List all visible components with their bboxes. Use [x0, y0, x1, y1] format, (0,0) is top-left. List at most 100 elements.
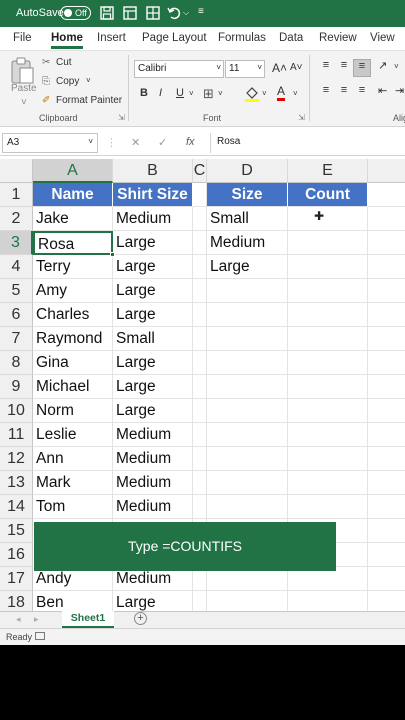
orientation-dropdown-icon[interactable]: ˅ — [394, 62, 399, 71]
cell-c4[interactable] — [193, 255, 207, 279]
borders-dropdown-icon[interactable]: ˅ — [218, 89, 223, 98]
paste-dropdown-icon[interactable]: ˅ — [21, 97, 27, 108]
font-name-select[interactable]: Calibri ˅ — [134, 60, 224, 78]
tab-home[interactable]: Home — [51, 32, 83, 49]
cell-d8[interactable] — [207, 351, 288, 375]
grid-icon[interactable] — [122, 5, 138, 21]
font-launcher-icon[interactable]: ⇲ — [298, 113, 305, 122]
underline-button[interactable]: U — [176, 87, 184, 99]
cell-f1[interactable] — [368, 183, 405, 207]
cell-f8[interactable] — [368, 351, 405, 375]
cell-c11[interactable] — [193, 423, 207, 447]
add-sheet-icon[interactable]: + — [134, 612, 147, 625]
undo-dropdown-icon[interactable]: ⌵ — [183, 8, 189, 18]
cell-d5[interactable] — [207, 279, 288, 303]
cell-e13[interactable] — [288, 471, 368, 495]
row-header-16[interactable]: 16 — [0, 543, 33, 567]
select-all-corner[interactable] — [0, 159, 33, 183]
row-header-15[interactable]: 15 — [0, 519, 33, 543]
row-header-1[interactable]: 1 — [0, 183, 33, 207]
more-icon[interactable]: ≡ — [198, 6, 204, 17]
cell-b6[interactable]: Large — [113, 303, 193, 327]
row-header-12[interactable]: 12 — [0, 447, 33, 471]
cell-a6[interactable]: Charles — [33, 303, 113, 327]
cell-b8[interactable]: Large — [113, 351, 193, 375]
more-options-icon[interactable]: ⋮ — [106, 136, 117, 149]
row-header-14[interactable]: 14 — [0, 495, 33, 519]
scroll-left-icon[interactable]: ◂ — [16, 614, 21, 625]
cell-d3[interactable]: Medium — [207, 231, 288, 255]
cell-f14[interactable] — [368, 495, 405, 519]
tab-file[interactable]: File — [13, 32, 32, 44]
name-box[interactable]: A3 ˅ — [2, 133, 98, 153]
cell-f15[interactable] — [368, 519, 405, 543]
cell-c1[interactable] — [193, 183, 207, 207]
tab-view[interactable]: View — [370, 32, 395, 44]
fill-color-dropdown-icon[interactable]: ˅ — [262, 89, 267, 98]
cell-f16[interactable] — [368, 543, 405, 567]
cell-f9[interactable] — [368, 375, 405, 399]
row-header-13[interactable]: 13 — [0, 471, 33, 495]
paste-icon[interactable] — [9, 57, 35, 85]
cell-d6[interactable] — [207, 303, 288, 327]
cell-e2[interactable] — [288, 207, 368, 231]
cell-b12[interactable]: Medium — [113, 447, 193, 471]
cell-c9[interactable] — [193, 375, 207, 399]
cell-a12[interactable]: Ann — [33, 447, 113, 471]
align-bottom-icon[interactable]: ≡ — [353, 59, 371, 77]
row-header-6[interactable]: 6 — [0, 303, 33, 327]
row-header-5[interactable]: 5 — [0, 279, 33, 303]
orientation-icon[interactable]: ↗ — [378, 59, 387, 72]
sheet-tab-sheet1[interactable]: Sheet1 — [62, 611, 114, 628]
cell-b18[interactable]: Large — [113, 591, 193, 611]
save-icon[interactable] — [99, 5, 115, 21]
cell-d13[interactable] — [207, 471, 288, 495]
undo-icon[interactable] — [166, 5, 182, 21]
clipboard-launcher-icon[interactable]: ⇲ — [118, 113, 125, 122]
tab-page-layout[interactable]: Page Layout — [142, 32, 207, 44]
align-center-icon[interactable]: ≡ — [335, 84, 353, 96]
copy-dropdown-icon[interactable]: ˅ — [86, 76, 91, 85]
cell-b14[interactable]: Medium — [113, 495, 193, 519]
fill-color-icon[interactable] — [244, 85, 260, 103]
cell-a2[interactable]: Jake — [33, 207, 113, 231]
cell-e4[interactable] — [288, 255, 368, 279]
cell-a4[interactable]: Terry — [33, 255, 113, 279]
cell-f11[interactable] — [368, 423, 405, 447]
cell-c8[interactable] — [193, 351, 207, 375]
tab-formulas[interactable]: Formulas — [218, 32, 266, 44]
underline-dropdown-icon[interactable]: ˅ — [189, 89, 194, 98]
cell-e18[interactable] — [288, 591, 368, 611]
copy-icon[interactable]: ⎘ — [42, 76, 50, 87]
tab-insert[interactable]: Insert — [97, 32, 126, 44]
cell-e5[interactable] — [288, 279, 368, 303]
cell-d11[interactable] — [207, 423, 288, 447]
cell-f13[interactable] — [368, 471, 405, 495]
cell-e14[interactable] — [288, 495, 368, 519]
shrink-font-button[interactable]: A˅ — [290, 62, 303, 73]
cell-f3[interactable] — [368, 231, 405, 255]
cell-e12[interactable] — [288, 447, 368, 471]
column-header-e[interactable]: E — [288, 159, 368, 183]
cell-d18[interactable] — [207, 591, 288, 611]
cell-e7[interactable] — [288, 327, 368, 351]
cell-d14[interactable] — [207, 495, 288, 519]
cell-e1[interactable]: Count — [288, 183, 368, 207]
cell-b4[interactable]: Large — [113, 255, 193, 279]
cell-c6[interactable] — [193, 303, 207, 327]
cell-c7[interactable] — [193, 327, 207, 351]
cell-f6[interactable] — [368, 303, 405, 327]
cell-d4[interactable]: Large — [207, 255, 288, 279]
cell-f7[interactable] — [368, 327, 405, 351]
cell-a18[interactable]: Ben — [33, 591, 113, 611]
cell-d12[interactable] — [207, 447, 288, 471]
selected-cell-a3[interactable]: Rosa — [33, 231, 113, 255]
cell-c12[interactable] — [193, 447, 207, 471]
grow-font-button[interactable]: A˄ — [272, 61, 287, 75]
autosave-toggle[interactable]: Off — [60, 6, 91, 20]
cell-b2[interactable]: Medium — [113, 207, 193, 231]
cell-a8[interactable]: Gina — [33, 351, 113, 375]
cell-a13[interactable]: Mark — [33, 471, 113, 495]
cell-c14[interactable] — [193, 495, 207, 519]
cell-c3[interactable] — [193, 231, 207, 255]
